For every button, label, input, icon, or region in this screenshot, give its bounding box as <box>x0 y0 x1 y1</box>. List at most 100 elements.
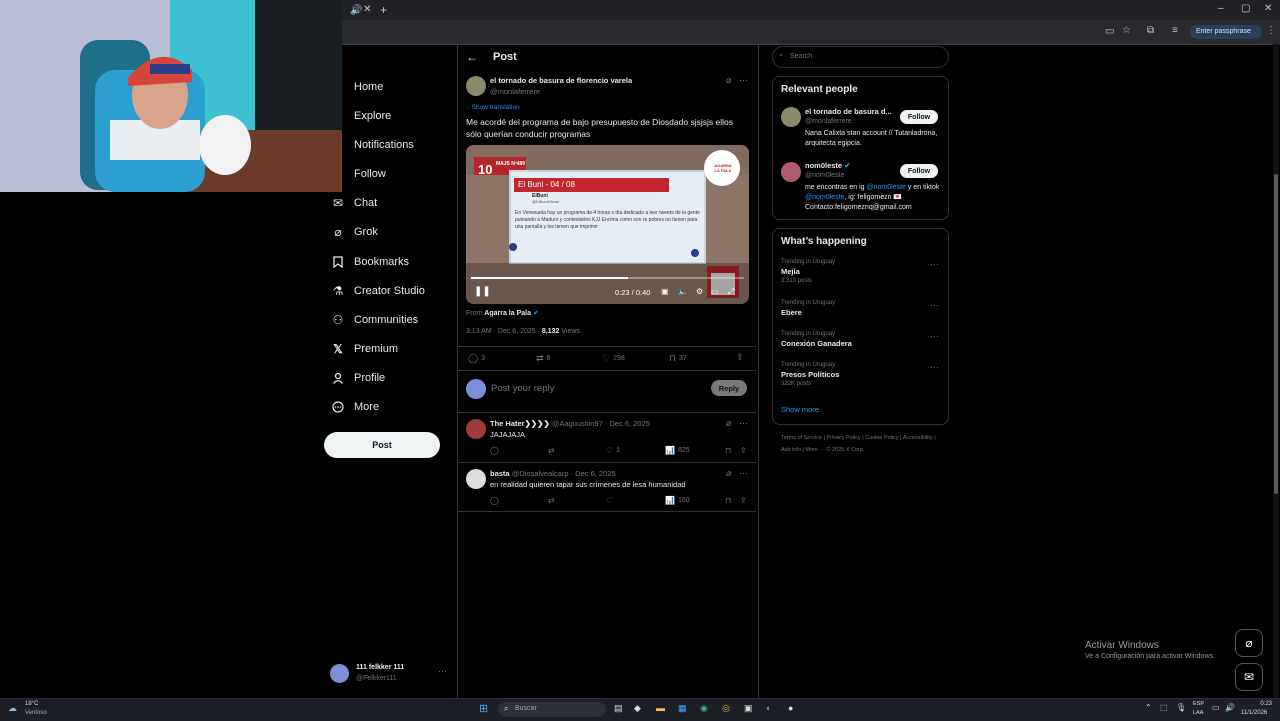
task-view-icon[interactable]: ▤ <box>614 703 623 714</box>
reply-author-name[interactable]: basta <box>490 469 510 478</box>
reply-action[interactable]: ◯ 3 <box>468 353 485 364</box>
post-button[interactable]: Post <box>324 432 440 458</box>
picture-in-picture-icon[interactable]: ▭ <box>711 287 719 296</box>
store-icon[interactable]: ▦ <box>678 703 687 714</box>
sidebar-item-grok[interactable]: ⌀ Grok <box>330 221 377 243</box>
media-icon[interactable]: ≡ <box>1172 25 1178 36</box>
reply-date[interactable]: · Dec 6, 2025 <box>571 469 616 478</box>
more-dots-icon[interactable]: ··· <box>930 300 939 310</box>
language-top[interactable]: ESP <box>1193 701 1204 707</box>
bio-link[interactable]: @nom0leste <box>867 184 906 191</box>
audio-icon[interactable]: 🔊 <box>350 5 362 16</box>
sidebar-item-bookmarks[interactable]: Bookmarks <box>330 251 409 273</box>
taskbar-search-input[interactable]: Buscar <box>515 705 537 712</box>
star-icon[interactable]: ☆ <box>1122 25 1131 36</box>
share-icon[interactable]: ⇪ <box>740 446 747 455</box>
video-progress-track[interactable] <box>471 277 744 279</box>
tweet-timestamp[interactable]: 3:13 AM · Dec 6, 2025 · <box>466 328 540 335</box>
grok-icon[interactable]: ⌀ <box>726 75 731 86</box>
share-icon[interactable]: ⇪ <box>736 352 744 363</box>
captions-icon[interactable]: ▣ <box>661 287 669 296</box>
close-tab-icon[interactable]: ✕ <box>363 4 371 15</box>
person-handle[interactable]: @nom0leste <box>805 172 844 179</box>
avatar[interactable] <box>466 419 486 439</box>
messages-icon[interactable]: ✉ <box>1235 663 1263 691</box>
chrome-icon[interactable]: ◎ <box>722 703 730 714</box>
passphrase-button[interactable]: Enter passphrase <box>1190 25 1262 39</box>
sidebar-item-communities[interactable]: ⚇ Communities <box>330 309 419 331</box>
more-dots-icon[interactable]: ··· <box>739 75 748 85</box>
repost-icon[interactable]: ⇄ <box>548 496 555 505</box>
trend-item[interactable]: Trending in Uruguay Conexión Ganadera ··… <box>781 331 941 348</box>
minimize-icon[interactable]: – <box>1218 3 1224 14</box>
chevron-up-icon[interactable]: ⌃ <box>1145 703 1152 712</box>
reply-author-handle[interactable]: @Diosalvealcarp <box>512 469 569 478</box>
reply-author-name[interactable]: The Hater❯❯❯❯ <box>490 419 550 428</box>
grok-icon[interactable]: ⌀ <box>726 418 731 429</box>
bookmark-icon[interactable]: ⊓ <box>725 496 731 505</box>
like-action[interactable]: ♡ 1 <box>606 446 620 455</box>
reply-button[interactable]: Reply <box>711 380 747 396</box>
video-player[interactable]: 10 MAJS Nº489 El Buni - 04 / 08 ElBuni @… <box>466 145 749 304</box>
tweet-author-handle[interactable]: @monlaferrere <box>490 87 540 96</box>
bookmark-action[interactable]: ⊓ 37 <box>669 353 687 364</box>
sidebar-item-more[interactable]: More <box>330 396 379 418</box>
avatar[interactable] <box>781 162 801 182</box>
taskbar-search[interactable]: ⌕ Buscar <box>498 702 606 717</box>
app-icon[interactable]: ◆ <box>634 703 641 714</box>
account-switcher[interactable]: 111 felkker 111 @Felkker111 ··· <box>328 662 450 686</box>
volume-icon[interactable]: 🔊 <box>1225 703 1235 712</box>
footer-link-accessibility[interactable]: Accessibility <box>903 435 933 441</box>
reply-author-handle[interactable]: @Aaguustiin97 <box>552 419 603 428</box>
like-action[interactable]: ♡ <box>606 496 616 505</box>
search-input[interactable]: Search <box>790 53 812 60</box>
avatar[interactable] <box>466 469 486 489</box>
views-action[interactable]: 📊 825 <box>665 446 690 455</box>
reply-icon[interactable]: ◯ <box>490 446 499 455</box>
more-dots-icon[interactable]: ··· <box>438 666 447 676</box>
sidebar-item-explore[interactable]: Explore <box>330 105 391 127</box>
discord-icon[interactable]: ◐ <box>766 703 771 713</box>
sidebar-item-follow[interactable]: Follow <box>330 163 386 185</box>
repost-action[interactable]: ⇄ 8 <box>536 353 550 364</box>
more-dots-icon[interactable]: ··· <box>930 331 939 341</box>
pause-icon[interactable]: ❚❚ <box>474 286 491 297</box>
weather-icon[interactable]: ☁ <box>8 703 17 714</box>
avatar[interactable] <box>466 76 486 96</box>
app-tray-icon[interactable]: ⬚ <box>1160 703 1168 712</box>
sidebar-item-profile[interactable]: Profile <box>330 367 385 389</box>
person-name[interactable]: el tornado de basura d... <box>805 107 892 116</box>
repost-icon[interactable]: ⇄ <box>548 446 555 455</box>
maximize-icon[interactable]: ▢ <box>1241 3 1250 14</box>
app-icon[interactable]: ● <box>788 703 793 713</box>
network-icon[interactable]: ▭ <box>1212 703 1220 712</box>
views-action[interactable]: 📊 160 <box>665 496 690 505</box>
footer-link-privacy[interactable]: Privacy Policy <box>826 435 860 441</box>
bio-link[interactable]: @nom0leste <box>805 194 844 201</box>
sidebar-item-home[interactable]: Home <box>330 76 383 98</box>
app-icon[interactable]: ▣ <box>744 703 753 714</box>
more-dots-icon[interactable]: ··· <box>930 259 939 269</box>
app-icon[interactable]: ◉ <box>700 703 708 714</box>
show-translation-link[interactable]: ◌ Show translation <box>466 104 520 111</box>
footer-link-terms[interactable]: Terms of Service <box>781 435 822 441</box>
weather-temp[interactable]: 18°C <box>25 701 38 707</box>
show-more-link[interactable]: Show more <box>781 405 819 414</box>
reply-input[interactable]: Post your reply <box>491 383 554 394</box>
microphone-icon[interactable]: 🎙 <box>1176 703 1186 712</box>
reply-icon[interactable]: ◯ <box>490 496 499 505</box>
footer-link-cookie[interactable]: Cookie Policy <box>865 435 898 441</box>
extensions-icon[interactable]: ⧉ <box>1147 25 1154 36</box>
footer-link-more[interactable]: More ··· <box>805 447 825 453</box>
person-handle[interactable]: @monlaferrere <box>805 118 852 125</box>
avatar[interactable] <box>781 107 801 127</box>
fullscreen-icon[interactable]: ⤢ <box>728 287 734 297</box>
windows-start-icon[interactable]: ⊞ <box>479 702 488 715</box>
screen-cast-icon[interactable]: ▭ <box>1105 26 1114 37</box>
sidebar-item-creator-studio[interactable]: ⚗ Creator Studio <box>330 280 425 302</box>
follow-button[interactable]: Follow <box>900 110 938 124</box>
new-tab-icon[interactable]: + <box>380 3 387 17</box>
trend-item[interactable]: Trending in Uruguay Mejía 3,313 posts ··… <box>781 259 941 284</box>
tweet-author-name[interactable]: el tornado de basura de florencio varela <box>490 76 632 85</box>
more-dots-icon[interactable]: ··· <box>930 362 939 372</box>
